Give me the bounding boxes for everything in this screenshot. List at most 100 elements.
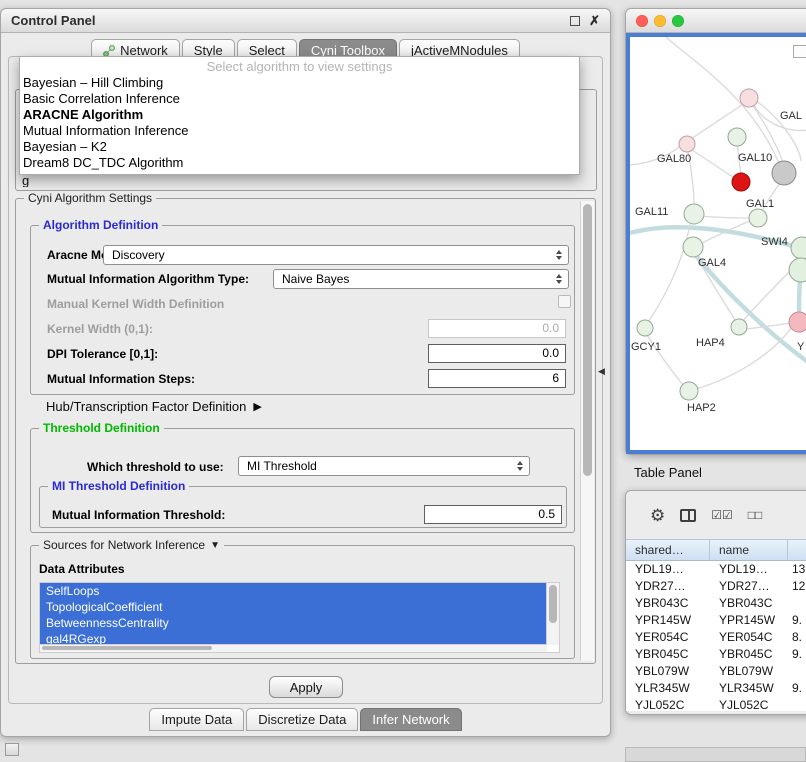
data-attributes-list[interactable]: SelfLoopsTopologicalCoefficientBetweenne… [39,582,560,653]
table-row[interactable]: YLR345WYLR345W9. [626,680,806,697]
algorithm-option[interactable]: Basic Correlation Inference [20,91,579,107]
column-header[interactable] [788,540,806,560]
network-edge[interactable] [701,216,750,218]
hub-transcription-factor-expander[interactable]: Hub/Transcription Factor Definition ▶ [46,399,262,414]
table-cell: YBR043C [710,595,788,612]
network-node-gal4[interactable] [683,237,703,257]
expand-arrow-icon: ▶ [253,400,261,413]
cyni-algorithm-settings-group: Cyni Algorithm Settings Algorithm Defini… [15,198,596,664]
attributes-list-hscrollbar[interactable] [40,644,547,652]
network-node-gal11[interactable] [684,204,704,224]
columns-icon[interactable] [680,509,696,522]
algorithm-option[interactable]: Dream8 DC_TDC Algorithm [20,155,579,171]
dpi-tolerance-field[interactable]: 0.0 [428,344,566,363]
settings-scrollbar[interactable] [580,201,594,661]
zoom-traffic-light[interactable] [672,15,684,27]
threshold-definition-title: Threshold Definition [39,421,164,435]
network-node[interactable] [789,258,806,282]
close-window-icon[interactable]: ✗ [589,14,600,27]
network-node-gal10[interactable] [772,161,796,185]
mi-algorithm-type-select[interactable]: Naive Bayes [273,269,569,289]
which-threshold-select[interactable]: MI Threshold [238,456,530,476]
network-node[interactable] [728,128,746,146]
network-edge[interactable] [743,271,790,321]
control-panel-titlebar[interactable]: Control Panel ✗ [1,9,610,33]
table-row[interactable]: YBR043CYBR043C [626,595,806,612]
algorithm-option[interactable]: ARACNE Algorithm [20,107,579,123]
kernel-width-field[interactable]: 0.0 [428,319,566,338]
network-node-hap4[interactable] [731,319,747,335]
gear-icon[interactable]: ⚙ [650,507,665,524]
network-node-label: GAL1 [746,198,774,210]
table-cell [788,663,806,680]
attributes-hscrollbar-thumb[interactable] [42,646,212,650]
sources-group: Sources for Network Inference ▼ Data Att… [30,545,575,659]
bottom-tab-discretize-data[interactable]: Discretize Data [246,708,358,731]
bottom-panel-edge [625,747,806,762]
column-header[interactable]: name [710,540,788,560]
apply-button[interactable]: Apply [269,676,343,698]
table-cell: YJL052C [710,697,788,711]
select-all-checkboxes-icon[interactable]: ☑☑ [711,508,733,522]
sources-group-title[interactable]: Sources for Network Inference ▼ [39,538,224,552]
mi-threshold-field[interactable]: 0.5 [424,505,562,524]
table-panel-label: Table Panel [634,465,702,480]
network-node-gal80[interactable] [679,136,695,152]
network-canvas[interactable]: GALGAL80GAL10GAL1GAL11SWI4GAL4GCY1HAP4YH… [626,33,806,454]
data-attribute-item[interactable]: SelfLoops [40,583,547,599]
corner-dock-icon[interactable] [5,743,19,756]
minimize-traffic-light[interactable] [654,15,666,27]
network-node[interactable] [789,312,806,332]
table-cell: YER054C [710,629,788,646]
splitter-collapse-arrow[interactable]: ◀ [598,366,605,377]
table-cell: YBR043C [626,595,710,612]
network-node[interactable] [740,89,758,107]
table-row[interactable]: YBR045CYBR045C9. [626,646,806,663]
network-graph[interactable]: GALGAL80GAL10GAL1GAL11SWI4GAL4GCY1HAP4YH… [630,37,806,452]
table-row[interactable]: YBL079WYBL079W [626,663,806,680]
mi-algorithm-type-label: Mutual Information Algorithm Type: [47,272,249,286]
network-node-gcy1[interactable] [637,320,653,336]
network-node-gal1[interactable] [749,209,767,227]
stepper-arrows-icon [514,457,526,475]
attributes-list-scrollbar[interactable] [546,583,559,645]
algorithm-option[interactable]: Mutual Information Inference [20,123,579,139]
table-row[interactable]: YJL052CYJL052C [626,697,806,711]
network-edge[interactable] [689,148,734,178]
birds-eye-button[interactable] [793,45,806,58]
table-row[interactable]: YDR27…YDR27…12 [626,578,806,595]
mi-steps-field[interactable]: 6 [428,369,566,388]
algorithm-option[interactable]: Bayesian – K2 [20,139,579,155]
network-edge[interactable] [799,280,800,313]
network-node-hap2[interactable] [680,382,698,400]
network-node[interactable] [732,173,750,191]
float-window-icon[interactable] [570,16,580,26]
table-row[interactable]: YDL19…YDL19…13 [626,561,806,578]
data-attribute-item[interactable]: TopologicalCoefficient [40,599,547,615]
settings-scrollbar-thumb[interactable] [583,204,592,476]
network-edge[interactable] [648,224,690,322]
deselect-all-checkboxes-icon[interactable]: □□ [748,508,763,522]
table-row[interactable]: YPR145WYPR145W9. [626,612,806,629]
data-attribute-item[interactable]: BetweennessCentrality [40,615,547,631]
algorithm-option[interactable]: Bayesian – Hill Climbing [20,75,579,91]
bottom-tab-impute-data[interactable]: Impute Data [149,708,244,731]
close-traffic-light[interactable] [636,15,648,27]
algorithm-definition-title: Algorithm Definition [39,218,162,232]
control-panel-window: Control Panel ✗ NetworkStyleSelectCyni T… [0,8,611,737]
manual-kernel-width-checkbox[interactable] [558,295,571,308]
attributes-scrollbar-thumb[interactable] [549,585,557,623]
table-cell: YDL19… [626,561,710,578]
data-attribute-item[interactable]: gal4RGexp [40,631,547,645]
network-window-titlebar[interactable] [626,9,806,33]
table-row[interactable]: YER054CYER054C8. [626,629,806,646]
network-node-label: GAL4 [698,257,726,269]
aracne-mode-select[interactable]: Discovery [103,245,569,265]
window-buttons: ✗ [570,14,600,27]
column-header[interactable]: shared… [626,540,710,560]
network-node-swi4[interactable] [791,237,806,259]
algorithm-definition-group: Algorithm Definition Aracne Mode: Discov… [30,225,575,395]
bottom-tab-infer-network[interactable]: Infer Network [360,708,461,731]
bottom-tabs: Impute DataDiscretize DataInfer Network [1,708,610,731]
network-icon [103,45,115,57]
